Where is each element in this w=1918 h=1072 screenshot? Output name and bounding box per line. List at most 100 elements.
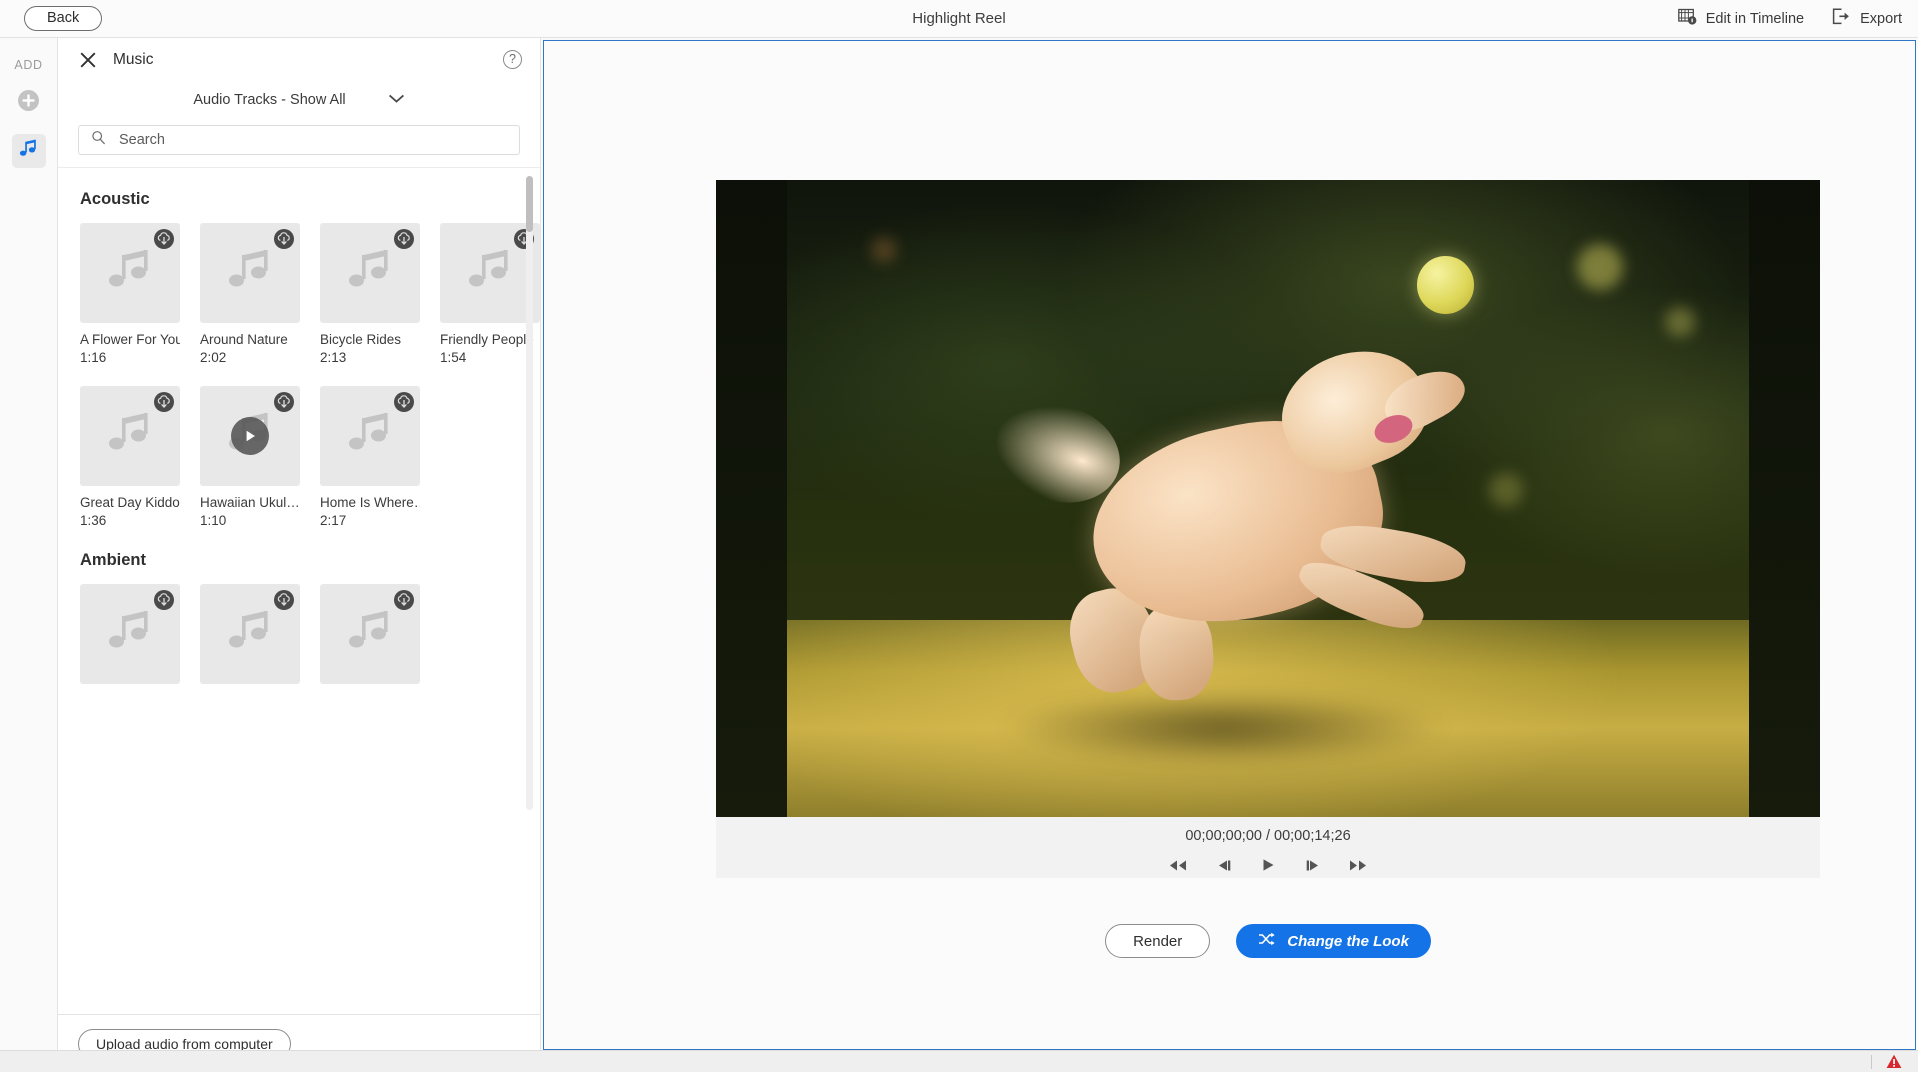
download-icon[interactable] bbox=[394, 590, 414, 610]
chevron-down-icon bbox=[388, 91, 405, 109]
export-icon bbox=[1832, 8, 1851, 30]
video-scene-image bbox=[716, 180, 1820, 817]
music-list-body: Acoustic A Flower For You 1:16 Around Na… bbox=[58, 167, 540, 1014]
edit-in-timeline-button[interactable]: Edit in Timeline bbox=[1677, 8, 1805, 30]
music-list-scrollbar[interactable] bbox=[526, 176, 533, 810]
track-card[interactable]: Home Is Where… 2:17 bbox=[320, 386, 420, 529]
track-card[interactable]: Great Day Kiddo 1:36 bbox=[80, 386, 180, 529]
export-label: Export bbox=[1860, 11, 1902, 27]
music-note-icon bbox=[104, 606, 156, 663]
music-panel-header: Music ? bbox=[58, 38, 540, 81]
music-note-icon bbox=[224, 606, 276, 663]
track-thumbnail[interactable] bbox=[320, 223, 420, 323]
track-card[interactable]: Bicycle Rides 2:13 bbox=[320, 223, 420, 366]
rewind-button[interactable] bbox=[1166, 855, 1190, 875]
music-note-icon bbox=[344, 606, 396, 663]
search-container: Search bbox=[58, 119, 540, 167]
transport-controls bbox=[716, 855, 1820, 875]
music-note-icon bbox=[344, 408, 396, 465]
track-card[interactable]: Friendly People 1:54 bbox=[440, 223, 540, 366]
track-name: Around Nature bbox=[200, 332, 288, 347]
left-icon-rail: ADD bbox=[0, 38, 58, 1072]
track-thumbnail[interactable] bbox=[80, 584, 180, 684]
audio-tracks-filter-dropdown[interactable]: Audio Tracks - Show All bbox=[58, 81, 540, 119]
track-thumbnail[interactable] bbox=[80, 223, 180, 323]
audio-tracks-filter-label: Audio Tracks - Show All bbox=[193, 92, 346, 108]
export-button[interactable]: Export bbox=[1832, 8, 1902, 30]
track-card[interactable]: Around Nature 2:02 bbox=[200, 223, 300, 366]
download-icon[interactable] bbox=[394, 229, 414, 249]
track-duration: 1:54 bbox=[440, 350, 467, 365]
top-bar-actions: Edit in Timeline Export bbox=[1677, 0, 1902, 38]
music-note-icon bbox=[464, 245, 516, 302]
preview-actions: Render Change the Look bbox=[716, 924, 1820, 958]
preview-stage: 00;00;00;00 / 00;00;14;26 Render Change … bbox=[543, 40, 1916, 1050]
play-icon[interactable] bbox=[231, 417, 269, 455]
edit-in-timeline-label: Edit in Timeline bbox=[1705, 11, 1805, 27]
section-title-acoustic: Acoustic bbox=[80, 190, 150, 208]
video-preview[interactable] bbox=[716, 180, 1820, 817]
track-thumbnail[interactable] bbox=[200, 584, 300, 684]
track-duration: 2:02 bbox=[200, 350, 227, 365]
rail-item-add-media[interactable] bbox=[12, 86, 46, 120]
search-box[interactable]: Search bbox=[78, 125, 520, 155]
change-the-look-button[interactable]: Change the Look bbox=[1236, 924, 1431, 958]
dog-subject bbox=[982, 329, 1500, 715]
download-icon[interactable] bbox=[154, 590, 174, 610]
track-duration: 1:16 bbox=[80, 350, 107, 365]
fast-forward-button[interactable] bbox=[1346, 855, 1370, 875]
music-note-icon bbox=[104, 245, 156, 302]
track-card[interactable]: A Flower For You 1:16 bbox=[80, 223, 180, 366]
rail-item-music[interactable] bbox=[11, 134, 46, 168]
download-icon[interactable] bbox=[274, 229, 294, 249]
download-icon[interactable] bbox=[154, 392, 174, 412]
track-thumbnail[interactable] bbox=[200, 223, 300, 323]
warning-triangle-icon[interactable] bbox=[1886, 1054, 1902, 1069]
track-card[interactable] bbox=[200, 584, 300, 684]
step-back-button[interactable] bbox=[1211, 855, 1235, 875]
track-name: Friendly People bbox=[440, 332, 534, 347]
status-bar bbox=[0, 1050, 1918, 1072]
music-panel-title: Music bbox=[113, 50, 154, 68]
track-card[interactable]: Hawaiian Ukul… 1:10 bbox=[200, 386, 300, 529]
track-duration: 2:17 bbox=[320, 513, 347, 528]
shuffle-icon bbox=[1258, 932, 1275, 950]
track-thumbnail[interactable] bbox=[440, 223, 540, 323]
page-title: Highlight Reel bbox=[912, 10, 1006, 27]
plus-circle-icon bbox=[16, 88, 41, 118]
download-icon[interactable] bbox=[154, 229, 174, 249]
status-divider bbox=[1871, 1054, 1872, 1069]
track-name: Great Day Kiddo bbox=[80, 495, 180, 510]
help-icon[interactable]: ? bbox=[503, 50, 522, 69]
track-grid-acoustic: A Flower For You 1:16 Around Nature 2:02… bbox=[58, 223, 540, 529]
download-icon[interactable] bbox=[394, 392, 414, 412]
track-thumbnail[interactable] bbox=[80, 386, 180, 486]
timeline-icon bbox=[1677, 8, 1697, 30]
music-note-icon bbox=[344, 245, 396, 302]
track-thumbnail[interactable] bbox=[320, 584, 420, 684]
track-thumbnail[interactable] bbox=[320, 386, 420, 486]
scrollbar-thumb[interactable] bbox=[526, 176, 533, 232]
close-icon[interactable] bbox=[78, 50, 98, 70]
download-icon[interactable] bbox=[274, 392, 294, 412]
timecode-display: 00;00;00;00 / 00;00;14;26 bbox=[1185, 828, 1351, 844]
track-duration: 1:10 bbox=[200, 513, 227, 528]
render-button[interactable]: Render bbox=[1105, 924, 1211, 958]
track-name: Bicycle Rides bbox=[320, 332, 402, 347]
track-thumbnail[interactable] bbox=[200, 386, 300, 486]
search-input[interactable]: Search bbox=[119, 132, 165, 148]
step-forward-button[interactable] bbox=[1301, 855, 1325, 875]
track-card[interactable] bbox=[320, 584, 420, 684]
music-panel: Music ? Audio Tracks - Show All Search A… bbox=[58, 38, 541, 1072]
track-duration: 2:13 bbox=[320, 350, 347, 365]
app-root: Back Highlight Reel Edit in Timeline Exp… bbox=[0, 0, 1918, 1072]
play-button[interactable] bbox=[1256, 855, 1280, 875]
rail-add-label: ADD bbox=[14, 58, 43, 72]
track-name: A Flower For You bbox=[80, 332, 180, 347]
music-note-icon bbox=[104, 408, 156, 465]
download-icon[interactable] bbox=[274, 590, 294, 610]
track-card[interactable] bbox=[80, 584, 180, 684]
back-button[interactable]: Back bbox=[24, 6, 103, 31]
track-duration: 1:36 bbox=[80, 513, 107, 528]
track-name: Home Is Where… bbox=[320, 495, 420, 510]
